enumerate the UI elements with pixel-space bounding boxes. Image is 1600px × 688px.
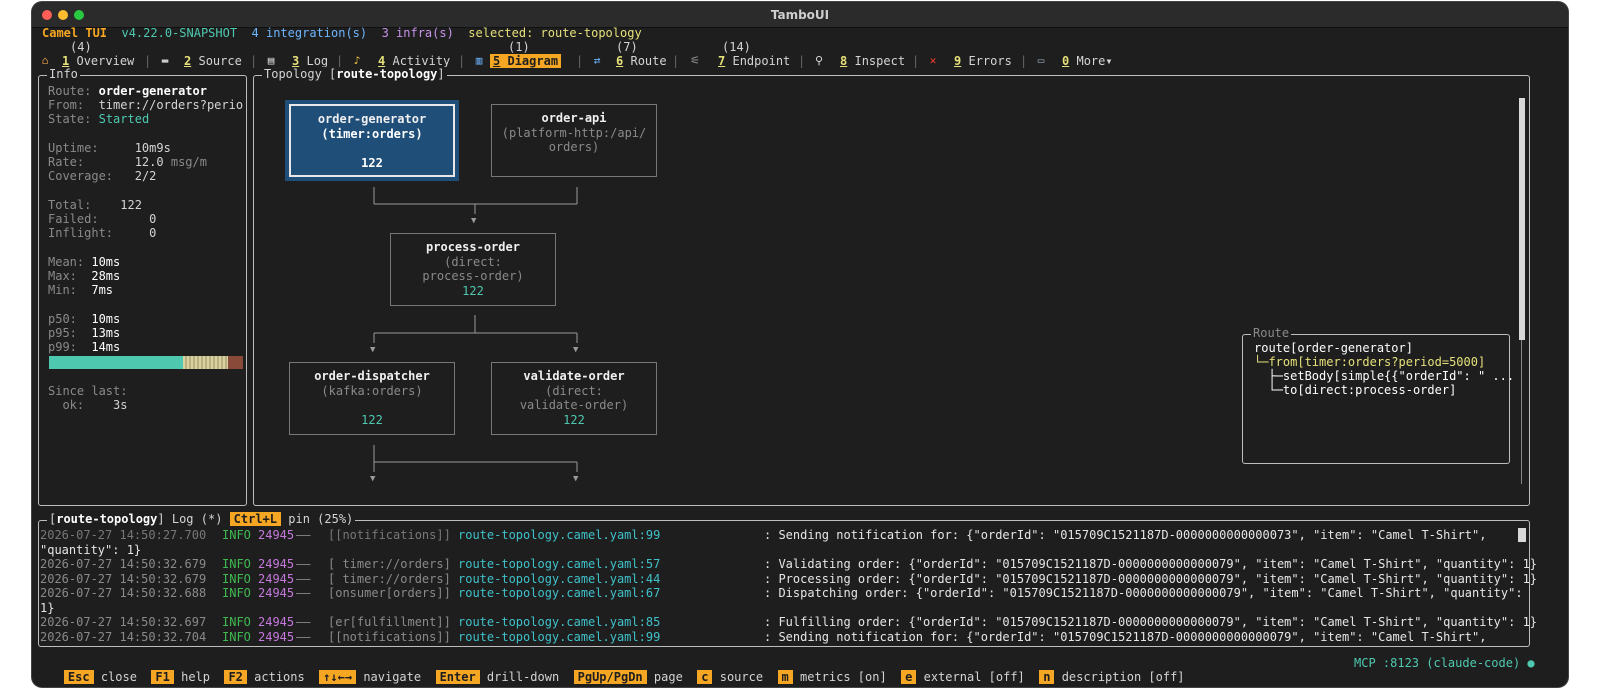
svg-text:▼: ▼ [573, 474, 579, 484]
log-ts: 2026-07-27 14:50:27.700 [40, 528, 207, 542]
node-order-dispatcher[interactable]: order-dispatcher (kafka:orders) 122 [289, 362, 455, 435]
e-key[interactable]: e [901, 670, 917, 684]
log-src[interactable]: route-topology.camel.yaml:99 [458, 528, 660, 542]
log-src[interactable]: route-topology.camel.yaml:85 [458, 615, 660, 629]
topology-scrollbar[interactable] [1519, 98, 1525, 340]
log-dash: —— [296, 629, 311, 644]
log-thread: [er[fulfillment]] [328, 615, 451, 629]
log-msg: : Sending notification for: {"orderId": … [764, 528, 1487, 542]
log-pid: 24945 [258, 571, 295, 586]
route-line-route: route[order-generator] [1254, 341, 1413, 355]
pin-key[interactable]: Ctrl+L [229, 512, 282, 526]
footer-keys: Esc close F1 help F2 actions ↑↓←→ naviga… [35, 656, 1185, 687]
log-line: "quantity": 1} [40, 542, 142, 557]
status-dot-icon: ● [1527, 656, 1535, 670]
f1-key[interactable]: F1 [151, 670, 174, 684]
log-src[interactable]: route-topology.camel.yaml:44 [458, 572, 660, 586]
log-level: INFO [222, 586, 251, 600]
log-ts: 2026-07-27 14:50:32.697 [40, 615, 207, 629]
n-key[interactable]: n [1039, 670, 1055, 684]
c-key[interactable]: c [697, 670, 713, 684]
route-line-setbody: ├─setBody[simple{{"orderId": " ... [1254, 369, 1515, 383]
svg-text:▼: ▼ [573, 345, 579, 355]
log-pid: 24945 [258, 615, 295, 629]
log-dash: —— [296, 528, 311, 542]
log-thread: [onsumer[orders]] [328, 586, 451, 600]
log-scrollbar[interactable] [1518, 528, 1526, 542]
enter-key[interactable]: Enter [435, 670, 480, 684]
log-src[interactable]: route-topology.camel.yaml:57 [458, 557, 660, 571]
log-pid: 24945 [258, 557, 295, 571]
log-thread: [ timer://orders] [328, 557, 451, 571]
log-line: 1} [40, 600, 55, 615]
log-dash: —— [296, 557, 311, 571]
svg-text:▼: ▼ [471, 216, 477, 226]
route-line-to: └─to[direct:process-order] [1254, 383, 1457, 397]
esc-key[interactable]: Esc [63, 670, 94, 684]
log-thread: [[notifications]] [328, 528, 451, 542]
log-src[interactable]: route-topology.camel.yaml:99 [458, 630, 660, 644]
m-key[interactable]: m [777, 670, 793, 684]
node-process-order[interactable]: process-order (direct: process-order) 12… [390, 233, 556, 306]
log-src[interactable]: route-topology.camel.yaml:67 [458, 586, 660, 600]
node-validate-order[interactable]: validate-order (direct: validate-order) … [491, 362, 657, 435]
log-pid: 24945 [258, 586, 295, 600]
node-order-generator[interactable]: order-generator (timer:orders) 122 [289, 104, 455, 177]
log-dash: —— [296, 586, 311, 600]
f2-key[interactable]: F2 [224, 670, 247, 684]
route-line-from: └─from[timer:orders?period=5000] [1254, 355, 1486, 369]
svg-text:▼: ▼ [370, 345, 376, 355]
mcp-status: MCP :8123 (claude-code) ● [1354, 656, 1535, 670]
log-ts: 2026-07-27 14:50:32.688 [40, 586, 207, 600]
log-msg: : Fulfilling order: {"orderId": "015709C… [764, 615, 1538, 629]
log-pid: 24945 [258, 528, 295, 542]
log-dash: —— [296, 615, 311, 629]
log-level: INFO [222, 629, 251, 644]
log-ts: 2026-07-27 14:50:32.704 [40, 629, 207, 644]
log-thread: [ timer://orders] [328, 571, 451, 586]
log-msg: : Processing order: {"orderId": "015709C… [764, 571, 1538, 586]
arrows-key[interactable]: ↑↓←→ [319, 670, 357, 684]
log-msg: : Dispatching order: {"orderId": "015709… [764, 586, 1523, 600]
log-level: INFO [222, 528, 251, 542]
terminal-window: TamboUI Camel TUI v4.22.0-SNAPSHOT 4 int… [32, 2, 1568, 687]
log-ts: 2026-07-27 14:50:32.679 [40, 557, 207, 571]
log-level: INFO [222, 615, 251, 629]
log-msg: : Sending notification for: {"orderId": … [764, 629, 1487, 644]
svg-text:▼: ▼ [370, 474, 376, 484]
log-level: INFO [222, 571, 251, 586]
node-order-api[interactable]: order-api (platform-http:/api/ orders) [491, 104, 657, 177]
log-dash: —— [296, 571, 311, 586]
log-pid: 24945 [258, 629, 295, 644]
log-ts: 2026-07-27 14:50:32.679 [40, 571, 207, 586]
log-panel-title: [route-topology] Log (*) Ctrl+L pin (25%… [47, 512, 356, 526]
log-level: INFO [222, 557, 251, 571]
pgup-pgdn-key[interactable]: PgUp/PgDn [573, 670, 647, 684]
log-thread: [[notifications]] [328, 629, 451, 644]
route-panel-title: Route [1251, 326, 1292, 340]
log-msg: : Validating order: {"orderId": "015709C… [764, 557, 1538, 571]
